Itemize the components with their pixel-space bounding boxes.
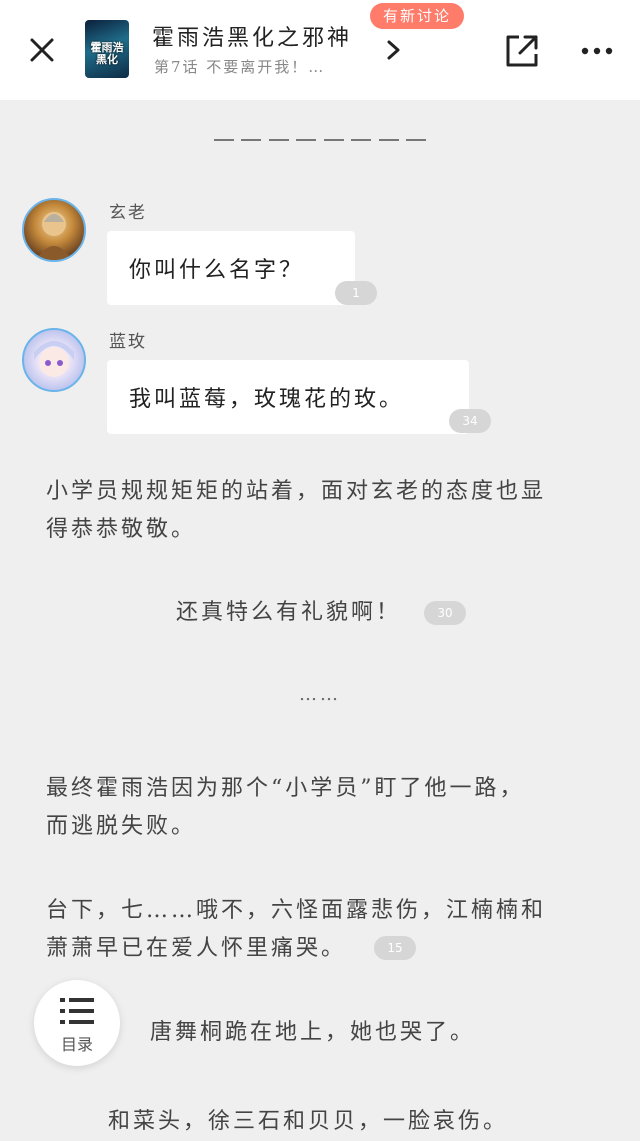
share-icon <box>506 35 538 67</box>
section-divider <box>214 130 426 150</box>
dialogue-bubble[interactable]: 我叫蓝莓，玫瑰花的玫。 <box>107 360 469 434</box>
table-of-contents-button[interactable]: 目录 <box>34 980 120 1066</box>
narration-line: 小学员规规矩矩的站着，面对玄老的态度也显 <box>46 479 547 504</box>
share-button[interactable] <box>503 32 541 70</box>
top-bar: 霍雨浩黑化 霍雨浩黑化之邪神 第7话 不要离开我！… 有新讨论 <box>0 0 640 100</box>
avatar-lan-mei[interactable] <box>22 328 86 392</box>
narration-paragraph[interactable]: 最终霍雨浩因为那个“小学员”盯了他一路， 而逃脱失败。 <box>46 770 525 846</box>
close-icon <box>30 38 54 62</box>
quote-line[interactable]: 还真特么有礼貌啊！ <box>176 594 401 632</box>
character-portrait-icon <box>34 341 74 377</box>
speaker-name: 玄老 <box>109 203 147 223</box>
cover-title-text: 霍雨浩黑化 <box>90 41 124 66</box>
list-icon <box>60 998 94 1024</box>
comment-count-tag[interactable]: 1 <box>335 281 377 305</box>
close-button[interactable] <box>24 32 60 68</box>
narration-line: 台下，七……哦不，六怪面露悲伤，江楠楠和 <box>46 898 547 923</box>
comment-count-tag[interactable]: 30 <box>424 601 466 625</box>
comment-count-tag[interactable]: 34 <box>449 409 491 433</box>
narration-line: 萧萧早已在爱人怀里痛哭。 <box>46 936 347 961</box>
toc-label: 目录 <box>60 1035 93 1054</box>
character-portrait-icon <box>36 212 72 260</box>
comment-count-tag[interactable]: 15 <box>374 936 416 960</box>
narration-line: 得恭恭敬敬。 <box>46 517 197 542</box>
speaker-name: 蓝玫 <box>109 332 147 352</box>
narration-paragraph[interactable]: 台下，七……哦不，六怪面露悲伤，江楠楠和 萧萧早已在爱人怀里痛哭。 <box>46 892 546 968</box>
comic-title[interactable]: 霍雨浩黑化之邪神 <box>152 20 352 52</box>
narration-line[interactable]: 唐舞桐跪在地上，她也哭了。 <box>150 1014 475 1052</box>
episode-subtitle[interactable]: 第7话 不要离开我！… <box>154 56 364 77</box>
new-discussion-badge[interactable]: 有新讨论 <box>370 3 465 29</box>
dialogue-bubble[interactable]: 你叫什么名字？ <box>107 231 355 305</box>
narration-line: 最终霍雨浩因为那个“小学员”盯了他一路， <box>46 776 525 801</box>
comic-cover[interactable]: 霍雨浩黑化 <box>85 20 129 78</box>
narration-line[interactable]: 和菜头，徐三石和贝贝，一脸哀伤。 <box>108 1103 508 1141</box>
narration-paragraph[interactable]: 小学员规规矩矩的站着，面对玄老的态度也显 得恭恭敬敬。 <box>46 473 546 549</box>
avatar-xuan-lao[interactable] <box>22 198 86 262</box>
ellipsis-separator: …… <box>299 684 341 705</box>
narration-line: 而逃脱失败。 <box>46 814 197 839</box>
more-options-button[interactable] <box>578 32 616 70</box>
chevron-right-icon[interactable] <box>384 38 404 62</box>
more-dots-icon <box>581 47 613 55</box>
